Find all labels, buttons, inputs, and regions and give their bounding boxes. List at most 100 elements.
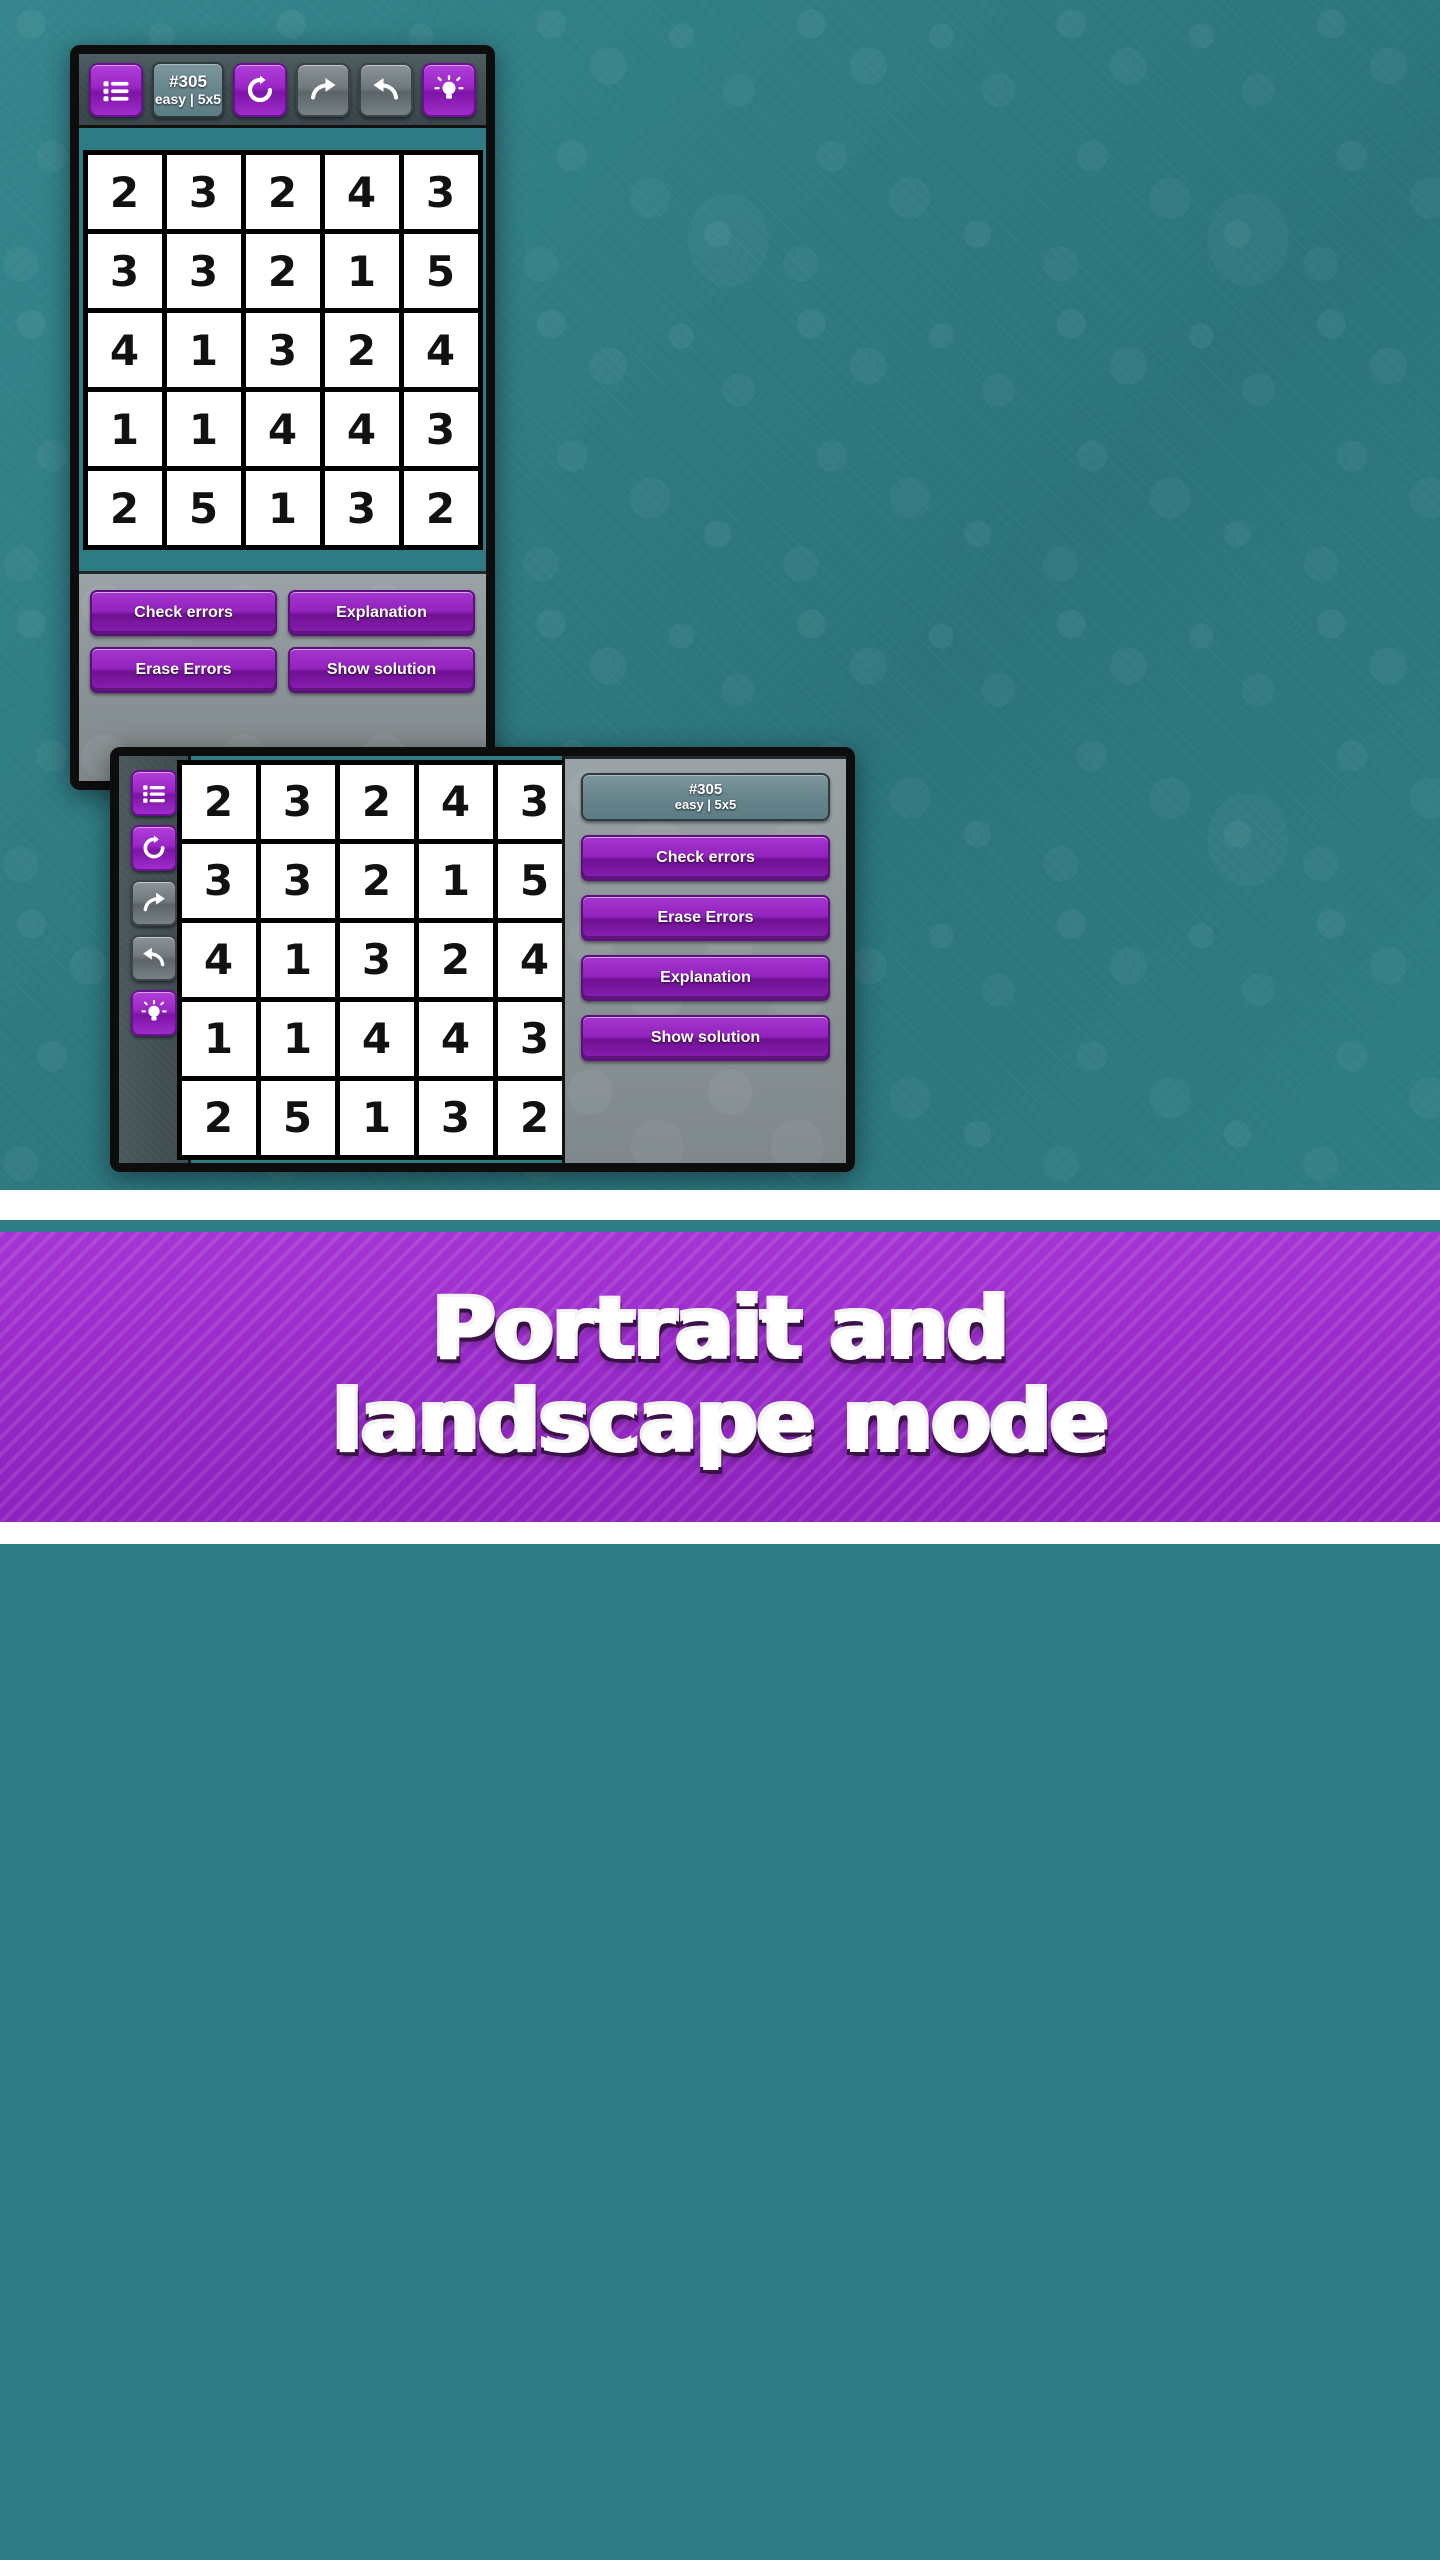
grid-cell-r2-c1[interactable]: 3 <box>87 234 162 308</box>
grid-cell-r2-c4[interactable]: 1 <box>418 843 493 918</box>
grid-cell-r5-c3[interactable]: 1 <box>245 471 320 545</box>
redo-button[interactable] <box>296 62 350 117</box>
erase-errors-button[interactable]: Erase Errors <box>581 895 830 941</box>
menu-button[interactable] <box>130 770 177 816</box>
grid-cell-r3-c5[interactable]: 4 <box>497 922 572 997</box>
check-errors-button[interactable]: Check errors <box>581 835 830 881</box>
check-errors-button[interactable]: Check errors <box>90 590 277 636</box>
grid-cell-r1-c5[interactable]: 3 <box>497 764 572 839</box>
undo-arrow-icon <box>141 945 167 971</box>
refresh-button[interactable] <box>233 62 287 117</box>
refresh-button[interactable] <box>130 825 177 871</box>
grid-cell-r5-c4[interactable]: 3 <box>418 1080 493 1155</box>
list-icon <box>101 75 131 105</box>
landscape-grid-wrapper: 2324333215413241144325132 <box>176 756 577 1163</box>
grid-cell-r4-c3[interactable]: 4 <box>339 1001 414 1076</box>
divider-strip-bottom <box>0 1522 1440 1544</box>
grid-cell-r5-c3[interactable]: 1 <box>339 1080 414 1155</box>
grid-cell-r4-c2[interactable]: 1 <box>166 392 241 466</box>
grid-cell-r1-c3[interactable]: 2 <box>339 764 414 839</box>
grid-cell-r5-c2[interactable]: 5 <box>166 471 241 545</box>
grid-cell-r3-c3[interactable]: 3 <box>339 922 414 997</box>
show-solution-button-label: Show solution <box>650 1029 761 1046</box>
puzzle-grid[interactable]: 2324333215413241144325132 <box>82 150 483 550</box>
promo-banner: Portrait and landscape mode <box>0 1232 1440 1522</box>
portrait-toolbar: #305 easy | 5x5 <box>79 54 486 128</box>
grid-cell-r1-c1[interactable]: 2 <box>181 764 256 839</box>
grid-cell-r4-c3[interactable]: 4 <box>245 392 320 466</box>
grid-cell-r1-c3[interactable]: 2 <box>245 155 320 229</box>
landscape-control-panel: #305 easy | 5x5 Check errors Erase Errors… <box>562 756 846 1163</box>
footer-fill <box>0 1544 1440 2560</box>
grid-cell-r2-c5[interactable]: 5 <box>403 234 478 308</box>
refresh-icon <box>245 75 275 105</box>
portrait-action-buttons: Check errors Explanation Erase Errors Show … <box>90 590 475 693</box>
grid-cell-r3-c2[interactable]: 1 <box>260 922 335 997</box>
puzzle-meta-label: easy | 5x5 <box>674 797 737 813</box>
grid-cell-r5-c1[interactable]: 2 <box>181 1080 256 1155</box>
redo-arrow-icon <box>141 890 167 916</box>
puzzle-info-pill[interactable]: #305 easy | 5x5 <box>581 773 830 821</box>
landscape-device-frame: 2324333215413241144325132 #305 easy | 5x… <box>110 747 855 1172</box>
divider-strip-top <box>0 1190 1440 1220</box>
undo-button[interactable] <box>130 935 177 981</box>
puzzle-id-label: #305 <box>688 780 723 798</box>
grid-cell-r3-c5[interactable]: 4 <box>403 313 478 387</box>
hint-button[interactable] <box>130 990 177 1036</box>
grid-cell-r2-c2[interactable]: 3 <box>260 843 335 918</box>
show-solution-button[interactable]: Show solution <box>288 647 475 693</box>
show-solution-button-label: Show solution <box>326 661 437 678</box>
grid-cell-r4-c1[interactable]: 1 <box>181 1001 256 1076</box>
grid-cell-r1-c2[interactable]: 3 <box>260 764 335 839</box>
grid-cell-r1-c4[interactable]: 4 <box>324 155 399 229</box>
undo-arrow-icon <box>371 75 401 105</box>
grid-cell-r1-c5[interactable]: 3 <box>403 155 478 229</box>
lightbulb-icon <box>434 74 464 105</box>
grid-cell-r3-c4[interactable]: 2 <box>418 922 493 997</box>
explanation-button[interactable]: Explanation <box>581 955 830 1001</box>
grid-cell-r1-c4[interactable]: 4 <box>418 764 493 839</box>
grid-cell-r5-c1[interactable]: 2 <box>87 471 162 545</box>
grid-cell-r2-c3[interactable]: 2 <box>339 843 414 918</box>
grid-cell-r5-c4[interactable]: 3 <box>324 471 399 545</box>
grid-cell-r5-c2[interactable]: 5 <box>260 1080 335 1155</box>
grid-cell-r4-c1[interactable]: 1 <box>87 392 162 466</box>
grid-cell-r2-c5[interactable]: 5 <box>497 843 572 918</box>
grid-cell-r4-c2[interactable]: 1 <box>260 1001 335 1076</box>
lightbulb-icon <box>140 1000 167 1026</box>
portrait-grid-wrapper: 2324333215413241144325132 <box>79 150 486 550</box>
grid-cell-r3-c1[interactable]: 4 <box>181 922 256 997</box>
landscape-screen: 2324333215413241144325132 #305 easy | 5x… <box>119 756 846 1163</box>
puzzle-meta-label: easy | 5x5 <box>154 91 222 108</box>
explanation-button-label: Explanation <box>336 604 427 621</box>
hint-button[interactable] <box>422 62 476 117</box>
puzzle-info-pill[interactable]: #305 easy | 5x5 <box>152 61 224 118</box>
menu-button[interactable] <box>89 62 143 117</box>
grid-cell-r5-c5[interactable]: 2 <box>403 471 478 545</box>
grid-cell-r4-c5[interactable]: 3 <box>497 1001 572 1076</box>
grid-cell-r2-c2[interactable]: 3 <box>166 234 241 308</box>
grid-cell-r4-c5[interactable]: 3 <box>403 392 478 466</box>
explanation-button[interactable]: Explanation <box>288 590 475 636</box>
grid-cell-r1-c2[interactable]: 3 <box>166 155 241 229</box>
grid-cell-r3-c3[interactable]: 3 <box>245 313 320 387</box>
grid-cell-r1-c1[interactable]: 2 <box>87 155 162 229</box>
redo-button[interactable] <box>130 880 177 926</box>
grid-cell-r3-c1[interactable]: 4 <box>87 313 162 387</box>
grid-cell-r5-c5[interactable]: 2 <box>497 1080 572 1155</box>
grid-cell-r2-c4[interactable]: 1 <box>324 234 399 308</box>
promo-banner-line-2: landscape mode <box>332 1373 1109 1473</box>
grid-cell-r2-c3[interactable]: 2 <box>245 234 320 308</box>
promo-banner-line-1: Portrait and <box>432 1280 1008 1381</box>
grid-cell-r4-c4[interactable]: 4 <box>418 1001 493 1076</box>
erase-errors-button-label: Erase Errors <box>657 909 754 926</box>
undo-button[interactable] <box>359 62 413 117</box>
grid-cell-r3-c2[interactable]: 1 <box>166 313 241 387</box>
portrait-device-frame: #305 easy | 5x5 2 3 2 4 3 3 3 2 1 5 4 1 … <box>70 45 495 790</box>
puzzle-grid[interactable]: 2324333215413241144325132 <box>176 759 577 1160</box>
grid-cell-r4-c4[interactable]: 4 <box>324 392 399 466</box>
erase-errors-button[interactable]: Erase Errors <box>90 647 277 693</box>
grid-cell-r2-c1[interactable]: 3 <box>181 843 256 918</box>
grid-cell-r3-c4[interactable]: 2 <box>324 313 399 387</box>
show-solution-button[interactable]: Show solution <box>581 1015 830 1061</box>
